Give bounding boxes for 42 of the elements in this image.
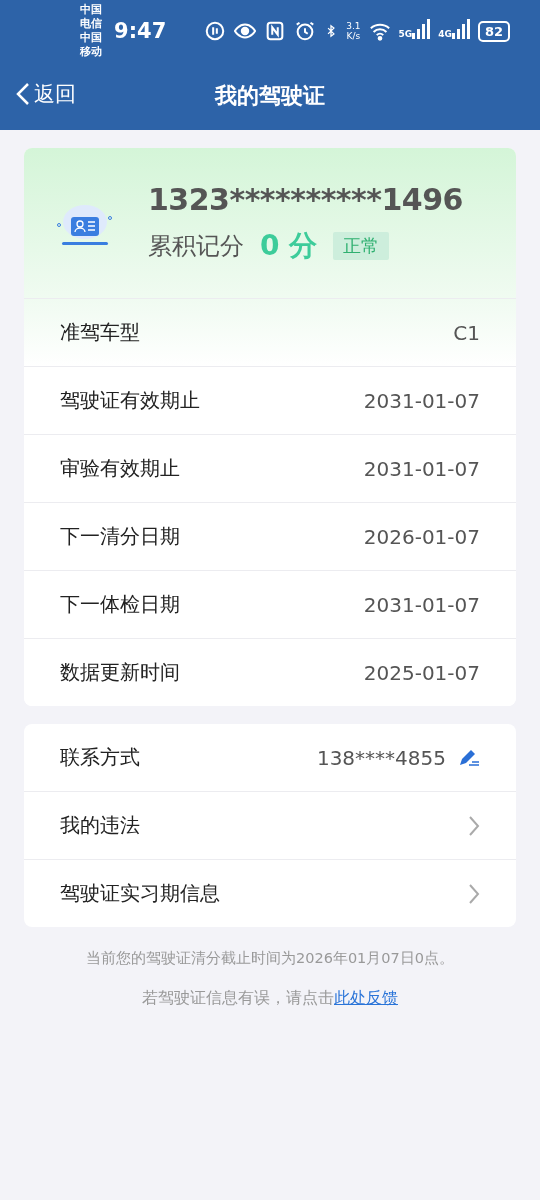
field-label: 数据更新时间 <box>60 659 180 686</box>
chevron-right-icon <box>468 814 480 837</box>
field-label: 驾驶证有效期止 <box>60 387 200 414</box>
field-value: C1 <box>453 320 480 345</box>
feedback-link[interactable]: 此处反馈 <box>334 988 398 1007</box>
field-label: 下一体检日期 <box>60 591 180 618</box>
field-value: 2031-01-07 <box>363 592 480 617</box>
speed-unit: K/s <box>346 31 361 41</box>
status-tag: 正常 <box>333 231 390 260</box>
edit-icon[interactable] <box>458 747 480 768</box>
field-value: 2031-01-07 <box>363 456 480 481</box>
network-type: 4G <box>438 29 452 39</box>
notice-text: 当前您的驾驶证清分截止时间为2026年01月07日0点。 <box>85 949 455 968</box>
row-label: 联系方式 <box>60 744 140 771</box>
feedback-text: 若驾驶证信息有误，请点击 <box>142 988 334 1007</box>
carrier-name: 中国电信 <box>80 3 103 31</box>
chevron-left-icon <box>16 82 30 106</box>
row-label: 驾驶证实习期信息 <box>60 880 220 907</box>
page-title: 我的驾驶证 <box>215 82 325 110</box>
points-label: 累积记分 <box>148 230 244 262</box>
license-number: 1323**********1496 <box>148 181 463 217</box>
menu-row[interactable]: 驾驶证实习期信息 <box>24 859 516 927</box>
carrier-name: 中国移动 <box>80 31 103 59</box>
back-button[interactable]: 返回 <box>16 80 76 108</box>
field-label: 准驾车型 <box>60 319 140 346</box>
field-value: 2031-01-07 <box>363 388 480 413</box>
network-type: 5G <box>398 29 413 39</box>
menu-row[interactable]: 我的违法 <box>24 791 516 859</box>
field-value: 2026-01-07 <box>363 524 480 549</box>
clock: 9:47 <box>114 19 167 43</box>
signal-icon <box>451 19 470 39</box>
speed-value: 3.1 <box>346 21 361 31</box>
battery-level: 82 <box>477 20 510 42</box>
row-label: 我的违法 <box>60 812 140 839</box>
field-value: 2025-01-07 <box>363 660 480 685</box>
phone-value: 138****4855 <box>316 745 446 770</box>
field-label: 审验有效期止 <box>60 455 180 482</box>
points-value: 0 分 <box>260 227 318 264</box>
chevron-right-icon <box>468 882 480 905</box>
field-label: 下一清分日期 <box>60 523 180 550</box>
menu-row[interactable]: 联系方式 138****4855 <box>24 724 516 791</box>
signal-icon <box>412 19 431 39</box>
